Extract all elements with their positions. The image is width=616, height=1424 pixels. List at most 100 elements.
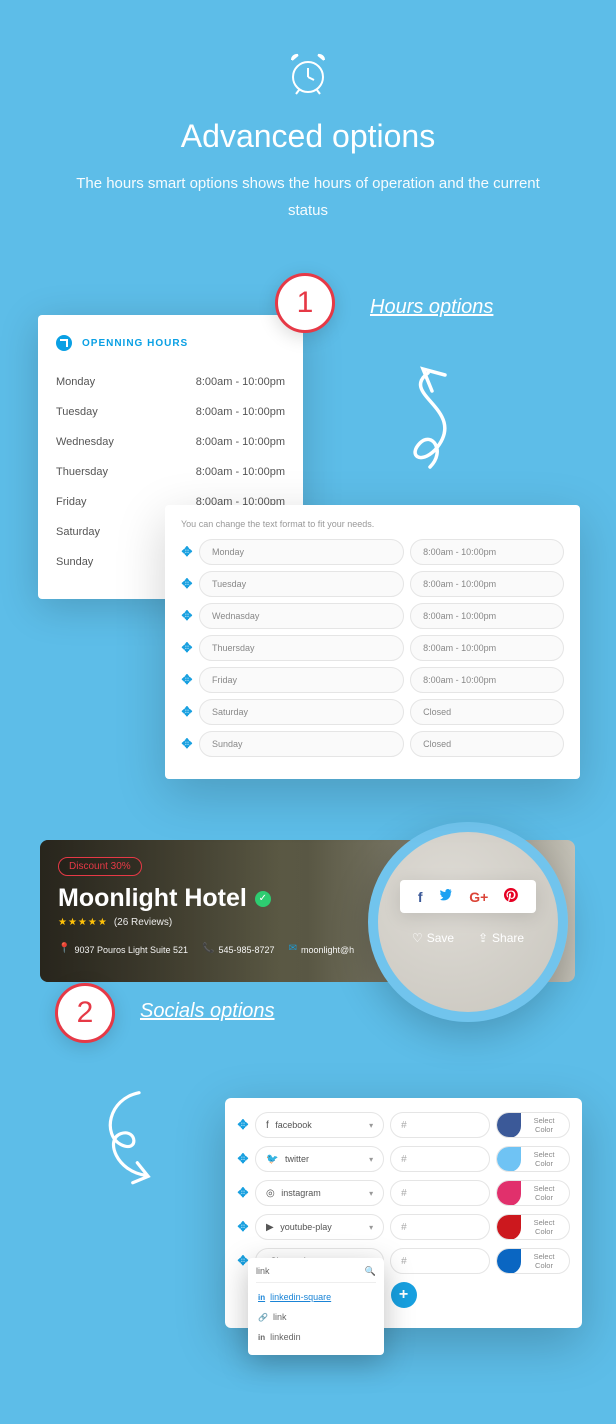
color-select[interactable]: Select Color [496, 1248, 570, 1274]
step-1-label: Hours options [370, 296, 493, 319]
star-rating: ★★★★★ [58, 917, 108, 928]
time-label: 8:00am - 10:00pm [196, 376, 285, 388]
phone-meta: 📞 545-985-8727 [202, 944, 275, 955]
add-social-button[interactable]: + [391, 1282, 417, 1308]
drag-handle-icon[interactable]: ✥ [237, 1151, 249, 1167]
email-text: moonlight@h [301, 945, 354, 955]
listing-title: Moonlight Hotel [58, 884, 247, 913]
googleplus-icon[interactable]: G+ [469, 889, 488, 905]
color-select[interactable]: Select Color [496, 1180, 570, 1206]
drag-handle-icon[interactable]: ✥ [181, 672, 193, 688]
hours-edit-row: ✥ Thuersday8:00am - 10:00pm [181, 635, 564, 661]
icon-option[interactable]: inlinkedin [256, 1327, 376, 1347]
url-input[interactable]: # [390, 1248, 490, 1274]
time-input[interactable]: Closed [410, 699, 564, 725]
drag-handle-icon[interactable]: ✥ [181, 576, 193, 592]
social-share-bar: f G+ [400, 880, 536, 913]
email-meta: ✉ moonlight@h [289, 944, 355, 955]
day-label: Monday [56, 376, 95, 388]
hours-edit-row: ✥ Wednasday8:00am - 10:00pm [181, 603, 564, 629]
day-input[interactable]: Friday [199, 667, 404, 693]
arrow-curly-icon [390, 365, 470, 475]
time-label: 8:00am - 10:00pm [196, 436, 285, 448]
drag-handle-icon[interactable]: ✥ [181, 544, 193, 560]
search-icon: 🔍 [365, 1266, 376, 1277]
share-icon: ⇪ [478, 931, 488, 945]
hours-editor-note: You can change the text format to fit yo… [181, 519, 564, 529]
social-row: ✥ ◎ instagram▾#Select Color [237, 1180, 570, 1206]
share-label: Share [492, 931, 524, 945]
hours-edit-row: ✥ SundayClosed [181, 731, 564, 757]
url-input[interactable]: # [390, 1180, 490, 1206]
pin-icon: 📍 [58, 943, 70, 954]
day-input[interactable]: Sunday [199, 731, 404, 757]
url-input[interactable]: # [390, 1214, 490, 1240]
reviews-count: (26 Reviews) [114, 917, 172, 928]
drag-handle-icon[interactable]: ✥ [181, 736, 193, 752]
step-1-number: 1 [297, 286, 314, 320]
time-input[interactable]: 8:00am - 10:00pm [410, 667, 564, 693]
hours-edit-row: ✥ Monday8:00am - 10:00pm [181, 539, 564, 565]
day-input[interactable]: Monday [199, 539, 404, 565]
icon-option[interactable]: inlinkedin-square [256, 1287, 376, 1307]
day-label: Wednesday [56, 436, 114, 448]
day-input[interactable]: Thuersday [199, 635, 404, 661]
drag-handle-icon[interactable]: ✥ [181, 640, 193, 656]
hero-subtitle: The hours smart options shows the hours … [0, 170, 616, 224]
chevron-down-icon: ▾ [369, 1189, 373, 1198]
drag-handle-icon[interactable]: ✥ [237, 1219, 249, 1235]
save-button[interactable]: ♡ Save [412, 931, 454, 945]
icon-select[interactable]: ▶ youtube-play▾ [255, 1214, 384, 1240]
icon-select[interactable]: 🐦 twitter▾ [255, 1146, 384, 1172]
drag-handle-icon[interactable]: ✥ [237, 1117, 249, 1133]
mail-icon: ✉ [289, 943, 297, 954]
pinterest-icon[interactable] [504, 888, 518, 905]
share-button[interactable]: ⇪ Share [478, 931, 524, 945]
time-input[interactable]: Closed [410, 731, 564, 757]
time-input[interactable]: 8:00am - 10:00pm [410, 539, 564, 565]
facebook-icon[interactable]: f [418, 889, 423, 905]
social-row: ✥ 🐦 twitter▾#Select Color [237, 1146, 570, 1172]
color-select[interactable]: Select Color [496, 1112, 570, 1138]
clock-icon [56, 335, 72, 351]
day-input[interactable]: Saturday [199, 699, 404, 725]
icon-chooser-dropdown: link 🔍 inlinkedin-square🔗linkinlinkedin [248, 1258, 384, 1355]
step-2-badge: 2 [55, 983, 115, 1043]
address-text: 9037 Pouros Light Suite 521 [74, 945, 188, 955]
drag-handle-icon[interactable]: ✥ [181, 608, 193, 624]
drag-handle-icon[interactable]: ✥ [181, 704, 193, 720]
twitter-icon[interactable] [438, 889, 453, 905]
verified-badge-icon: ✓ [255, 891, 271, 907]
time-input[interactable]: 8:00am - 10:00pm [410, 635, 564, 661]
time-input[interactable]: 8:00am - 10:00pm [410, 603, 564, 629]
hours-edit-row: ✥ Friday8:00am - 10:00pm [181, 667, 564, 693]
opening-hours-title: OPENNING HOURS [82, 338, 188, 349]
hours-row: Monday 8:00am - 10:00pm [56, 367, 285, 397]
chevron-down-icon: ▾ [369, 1223, 373, 1232]
chevron-down-icon: ▾ [369, 1155, 373, 1164]
url-input[interactable]: # [390, 1112, 490, 1138]
heart-icon: ♡ [412, 931, 423, 945]
icon-select[interactable]: ◎ instagram▾ [255, 1180, 384, 1206]
phone-text: 545-985-8727 [219, 945, 275, 955]
hero-title: Advanced options [0, 118, 616, 155]
alarm-clock-icon [284, 50, 332, 103]
hero: Advanced options The hours smart options… [0, 0, 616, 224]
save-label: Save [427, 931, 454, 945]
phone-icon: 📞 [202, 943, 214, 954]
step-1-badge: 1 [275, 273, 335, 333]
time-input[interactable]: 8:00am - 10:00pm [410, 571, 564, 597]
color-select[interactable]: Select Color [496, 1214, 570, 1240]
icon-select[interactable]: f facebook▾ [255, 1112, 384, 1138]
arrow-curly-icon [90, 1090, 170, 1190]
hours-row: Tuesday8:00am - 10:00pm [56, 397, 285, 427]
color-select[interactable]: Select Color [496, 1146, 570, 1172]
icon-search-input[interactable]: link [256, 1266, 270, 1277]
day-label: Saturday [56, 526, 100, 538]
icon-option[interactable]: 🔗link [256, 1307, 376, 1327]
day-label: Tuesday [56, 406, 98, 418]
drag-handle-icon[interactable]: ✥ [237, 1185, 249, 1201]
url-input[interactable]: # [390, 1146, 490, 1172]
day-input[interactable]: Tuesday [199, 571, 404, 597]
day-input[interactable]: Wednasday [199, 603, 404, 629]
